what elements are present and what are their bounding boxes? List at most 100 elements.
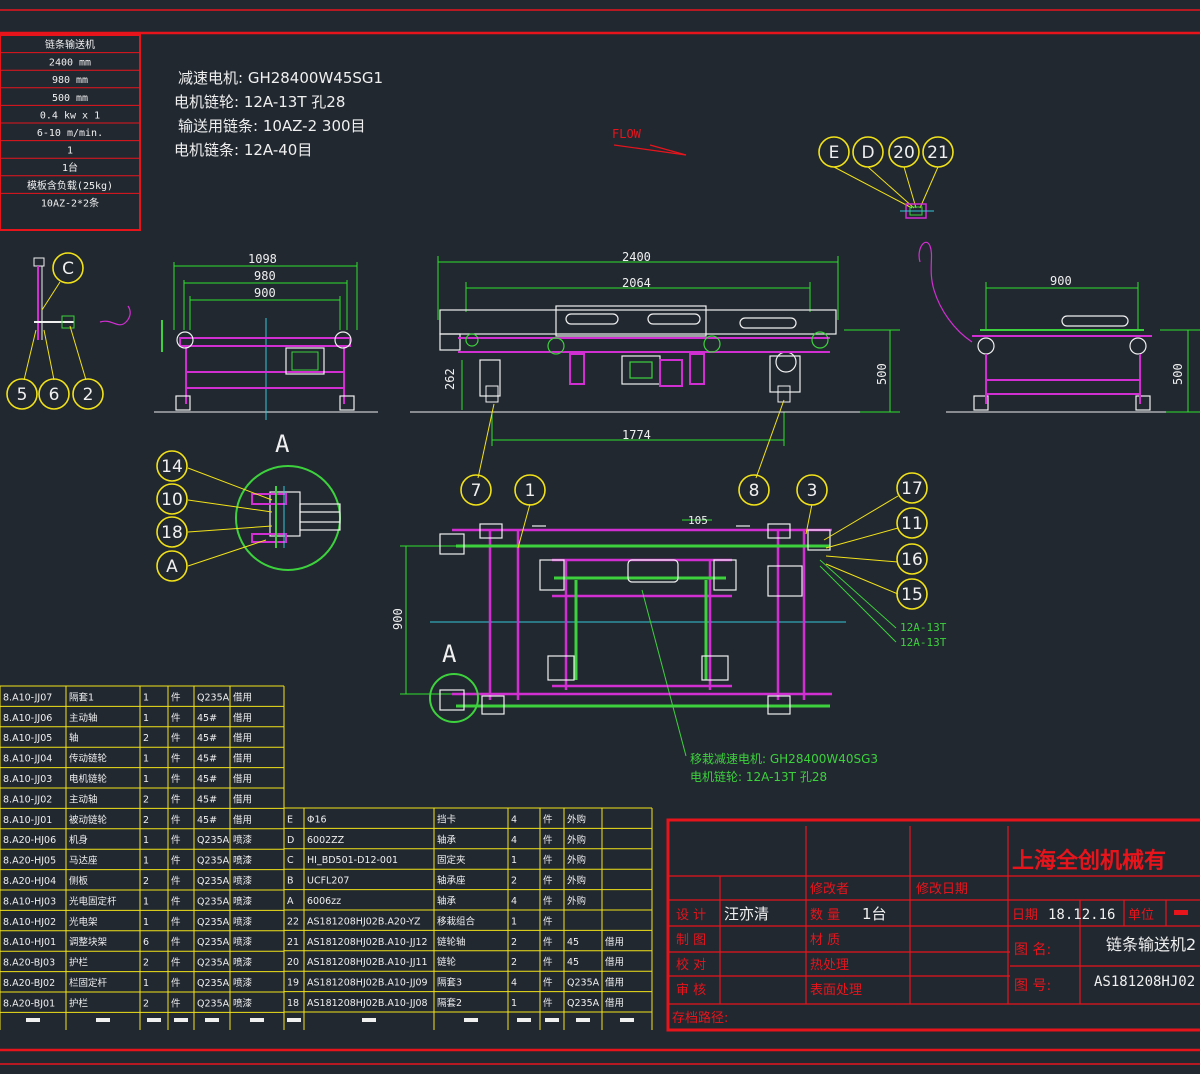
bom-cell: 件 <box>171 732 181 744</box>
bom-cell: 件 <box>171 712 181 724</box>
bom-cell: 1 <box>143 978 149 989</box>
spec-table-cell: 模板含负载(25kg) <box>27 179 113 192</box>
bom-cell: 借用 <box>233 732 252 744</box>
design-label: 设 计 <box>676 908 706 923</box>
bom-cell: 8.A10-HJ01 <box>3 937 56 948</box>
bom-cell: B <box>287 876 294 887</box>
bom-cell: 件 <box>543 895 553 907</box>
bom-cell: 光电架 <box>69 916 98 928</box>
date-value: 18.12.16 <box>1048 907 1115 923</box>
bom-cell: 1 <box>143 856 149 867</box>
quantity-value: 1台 <box>862 905 887 923</box>
bom-cell: 外购 <box>567 854 586 866</box>
balloon-label: D <box>861 143 874 163</box>
bom-cell: 外购 <box>567 834 586 846</box>
spec-table-cell: 980 mm <box>52 75 88 86</box>
spec-table-cell: 2400 mm <box>49 58 91 69</box>
bom-cell: 挡卡 <box>437 813 457 825</box>
heat-treatment-label: 热处理 <box>810 958 849 973</box>
bom-cell: 6006zz <box>307 896 341 907</box>
bom-cell: Φ16 <box>307 814 327 825</box>
bom-cell: 45# <box>197 794 217 805</box>
drawing-number: AS181208HJ02 <box>1094 974 1195 990</box>
bom-cell: 2 <box>143 998 149 1009</box>
section-view-left <box>23 257 131 381</box>
plan-section-label-a: A <box>442 640 457 668</box>
bom-cell: 件 <box>171 977 181 989</box>
bom-cell: Q235A <box>567 998 600 1009</box>
title-block: 上海全创机械有 修改者 修改日期 设 计 汪亦清 数 量 1台 日期 18.12… <box>666 818 1200 1032</box>
detail-view-a: A <box>187 430 341 571</box>
plan-note-motor: 移栽减速电机: GH28400W40SG3 <box>690 752 878 766</box>
bom-cell: 光电固定杆 <box>69 895 117 907</box>
bom-cell: AS181208HJ02B.A20-YZ <box>307 916 421 927</box>
sprocket-detail-small <box>900 203 934 219</box>
bom-cell: 8.A10-JJ07 <box>3 692 52 703</box>
balloon-label: 18 <box>161 523 183 543</box>
bom-cell: AS181208HJ02B.A10-JJ11 <box>307 957 428 968</box>
bom-cell: 主动轴 <box>69 712 98 724</box>
bom-cell: 喷漆 <box>233 875 253 887</box>
bom-cell: 栏固定杆 <box>69 977 108 989</box>
bom-cell: 2 <box>143 876 149 887</box>
balloon-label: 21 <box>927 143 949 163</box>
end-view: 900 500 <box>918 241 1200 413</box>
bom-cell: 1 <box>143 835 149 846</box>
general-notes: 减速电机: GH28400W45SG1 电机链轮: 12A-13T 孔28 输送… <box>174 69 383 159</box>
unit-label: 单位 <box>1128 908 1154 923</box>
modifier-label: 修改者 <box>810 882 849 897</box>
balloon-label: 5 <box>17 385 28 405</box>
bom-cell: AS181208HJ02B.A10-JJ12 <box>307 937 428 948</box>
flow-arrow-head <box>649 144 687 156</box>
bom-table-left: 8.A10-JJ07 隔套1 1 件 Q235A 借用8.A10-JJ06 主动轴 1 件 45#… <box>0 685 285 1030</box>
bom-cell: 被动链轮 <box>69 814 108 826</box>
bom-cell: 喷漆 <box>233 977 253 989</box>
bom-cell: 隔套2 <box>437 997 462 1009</box>
bom-cell: 喷漆 <box>233 834 253 846</box>
bom-cell: 8.A20-BJ01 <box>3 998 55 1009</box>
bom-cell: 件 <box>543 997 553 1009</box>
dim-900-end: 900 <box>1050 274 1072 288</box>
balloon-group-left: C 5 6 2 <box>6 252 104 410</box>
audit-label: 审 核 <box>676 983 706 998</box>
bom-cell: 喷漆 <box>233 916 253 928</box>
bom-cell: 轴承 <box>437 834 457 846</box>
bom-cell: 轴 <box>69 732 79 744</box>
dim-1774: 1774 <box>622 428 651 442</box>
spec-table-cell: 500 mm <box>52 93 88 104</box>
bom-cell: HI_BD501-D12-001 <box>307 855 398 866</box>
bom-cell: 19 <box>287 978 299 989</box>
balloon-label: 20 <box>893 143 915 163</box>
detail-label-a: A <box>275 430 290 458</box>
balloon-label: 2 <box>83 385 94 405</box>
bom-cell: 件 <box>543 977 553 989</box>
bom-cell: 喷漆 <box>233 997 253 1009</box>
date-label: 日期 <box>1012 908 1038 923</box>
bom-cell: UCFL207 <box>307 876 349 887</box>
bom-cell: 45# <box>197 774 217 785</box>
bom-cell: 45# <box>197 713 217 724</box>
bom-cell: C <box>287 855 294 866</box>
dim-2064: 2064 <box>622 276 651 290</box>
bom-cell: 轴承 <box>437 895 457 907</box>
bom-cell: 45 <box>567 937 579 948</box>
bom-cell: Q235A <box>197 856 230 867</box>
dim-900-side: 900 <box>254 286 276 300</box>
bom-cell: 传动链轮 <box>69 753 108 765</box>
bom-cell: 6 <box>143 937 149 948</box>
bom-cell: 借用 <box>605 997 624 1009</box>
dim-500-front: 500 <box>875 363 889 385</box>
bom-cell: 8.A10-HJ03 <box>3 896 56 907</box>
bom-cell: 调整块架 <box>69 936 108 948</box>
bom-cell: 件 <box>543 936 553 948</box>
bom-cell: 件 <box>543 813 553 825</box>
bom-cell: 8.A20-HJ05 <box>3 856 56 867</box>
dim-900-plan: 900 <box>391 608 405 630</box>
surface-treatment-label: 表面处理 <box>810 983 862 998</box>
spec-table-header: 链条输送机 <box>45 38 95 51</box>
sprocket-label-2: 12A-13T <box>900 636 947 649</box>
plan-note-sprocket: 电机链轮: 12A-13T 孔28 <box>690 769 827 784</box>
bom-cell: 8.A10-JJ01 <box>3 815 52 826</box>
bom-cell: 4 <box>511 814 517 825</box>
bom-cell: 电机链轮 <box>69 773 108 785</box>
